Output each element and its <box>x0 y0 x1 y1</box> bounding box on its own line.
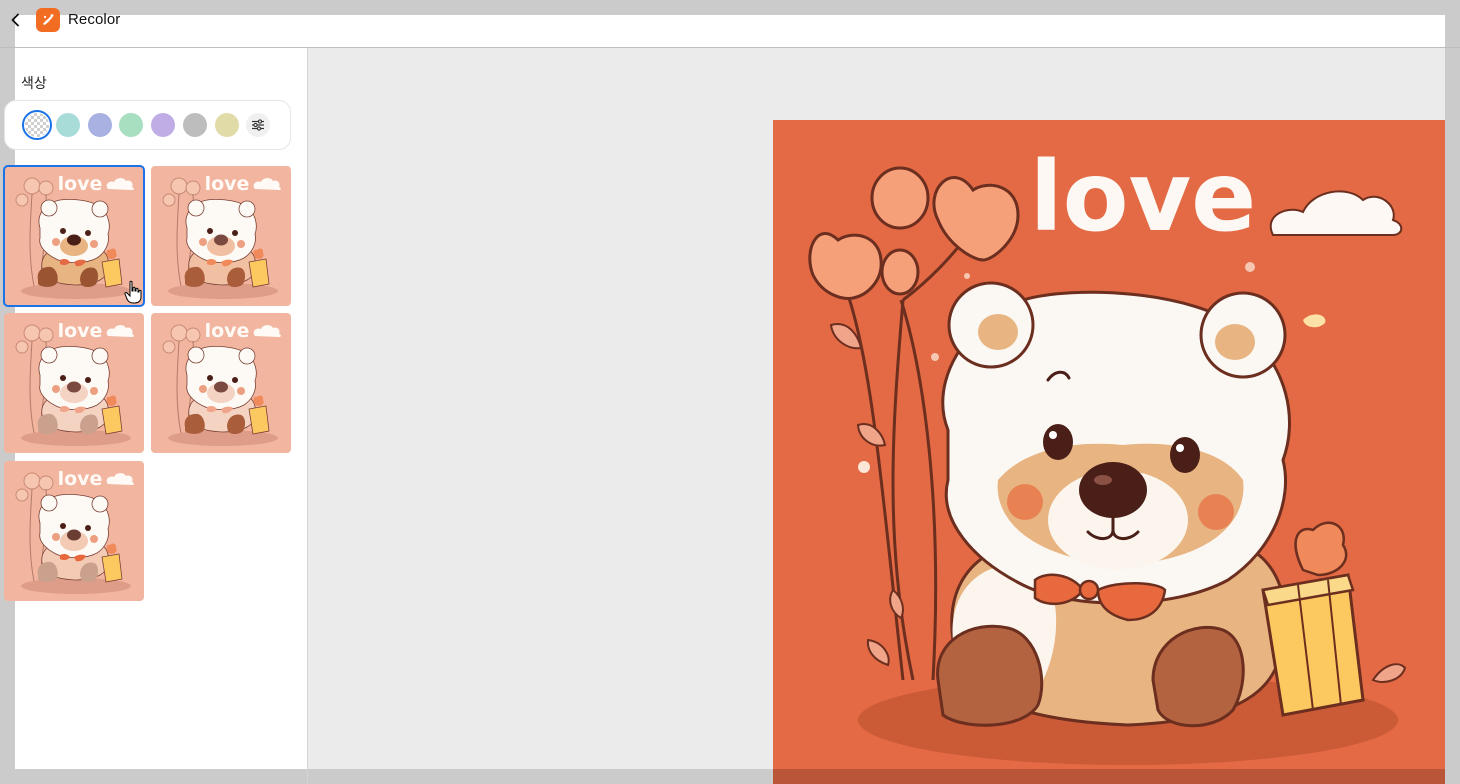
color-settings-button[interactable] <box>246 113 270 137</box>
top-bar-surface <box>15 15 1445 47</box>
preview-love-text: love <box>1030 141 1257 253</box>
swatch-gray[interactable] <box>183 113 207 137</box>
back-button[interactable] <box>6 10 26 30</box>
swatch-khaki[interactable] <box>215 113 239 137</box>
thumbnail-love-text: love <box>205 173 250 195</box>
thumbnail-love-text: love <box>58 173 103 195</box>
swatch-transparent[interactable] <box>25 113 49 137</box>
swatch-teal[interactable] <box>56 113 80 137</box>
recolor-variant-thumbnail[interactable]: love <box>4 461 144 601</box>
thumbnail-love-text: love <box>205 320 250 342</box>
recolor-variant-thumbnail[interactable]: love <box>151 166 291 306</box>
preview-bottom-overlay <box>773 769 1445 784</box>
app-title: Recolor <box>68 11 121 28</box>
window-edge-right <box>1445 48 1460 784</box>
swatch-periwinkle[interactable] <box>88 113 112 137</box>
thumbnail-love-text: love <box>58 468 103 490</box>
recolor-app-icon <box>36 8 60 32</box>
color-section-label: 색상 <box>21 75 47 91</box>
preview-image: love <box>773 120 1445 784</box>
thumbnail-love-text: love <box>58 320 103 342</box>
recolor-variant-thumbnail[interactable]: love <box>4 313 144 453</box>
swatch-mint[interactable] <box>119 113 143 137</box>
recolor-variant-thumbnail[interactable]: love <box>3 165 145 307</box>
top-bar: Recolor <box>0 0 1460 48</box>
swatch-lavender[interactable] <box>151 113 175 137</box>
chevron-left-icon <box>11 13 19 27</box>
sliders-icon <box>252 119 264 131</box>
recolor-variant-thumbnail[interactable]: love <box>151 313 291 453</box>
